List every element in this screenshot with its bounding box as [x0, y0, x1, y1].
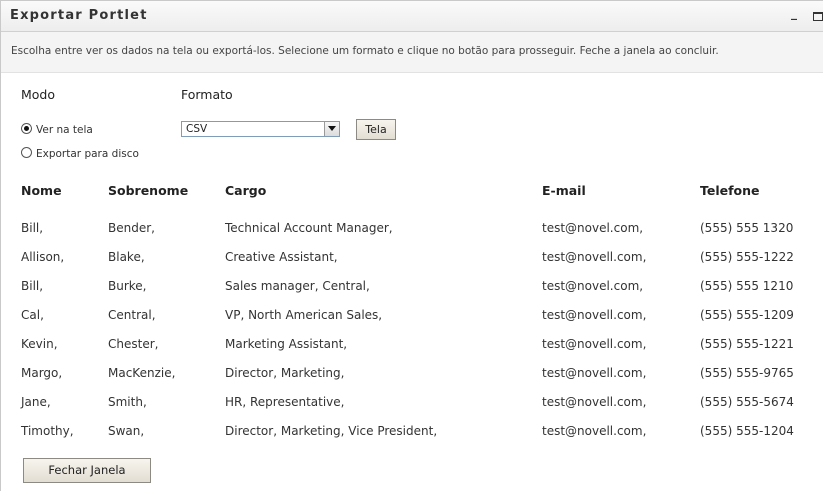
- cell-email: test@novell.com,: [542, 423, 647, 438]
- cell-position: Creative Assistant,: [225, 249, 338, 264]
- cell-position: HR, Representative,: [225, 394, 345, 409]
- cell-surname: Smith,: [108, 394, 147, 409]
- table-row: Bill, Bender, Technical Account Manager,…: [1, 213, 820, 242]
- cell-surname: Chester,: [108, 336, 159, 351]
- cell-position: Marketing Assistant,: [225, 336, 348, 351]
- maximize-icon[interactable]: [813, 12, 823, 21]
- column-header-position: Cargo: [225, 183, 267, 198]
- table-row: Margo, MacKenzie, Director, Marketing, t…: [1, 358, 820, 387]
- chevron-down-icon[interactable]: [324, 122, 339, 136]
- table-row: Timothy, Swan, Director, Marketing, Vice…: [1, 416, 820, 445]
- cell-surname: Central,: [108, 307, 156, 322]
- cell-surname: Swan,: [108, 423, 145, 438]
- cell-email: test@novel.com,: [542, 220, 644, 235]
- cell-position: Director, Marketing,: [225, 365, 345, 380]
- table-header-row: Nome Sobrenome Cargo E-mail Telefone: [1, 183, 820, 213]
- cell-email: test@novell.com,: [542, 394, 647, 409]
- portlet-titlebar: Exportar Portlet _: [1, 1, 823, 32]
- export-portlet: Exportar Portlet _ Escolha entre ver os …: [0, 0, 823, 491]
- minimize-icon[interactable]: _: [791, 6, 797, 20]
- cell-surname: Blake,: [108, 249, 145, 264]
- cell-name: Bill,: [21, 278, 44, 293]
- cell-phone: (555) 555-9765: [700, 365, 794, 380]
- cell-phone: (555) 555 1210: [700, 278, 794, 293]
- cell-name: Bill,: [21, 220, 44, 235]
- cell-name: Kevin,: [21, 336, 58, 351]
- cell-surname: Burke,: [108, 278, 147, 293]
- cell-phone: (555) 555 1320: [700, 220, 794, 235]
- radio-checked-icon[interactable]: [21, 123, 32, 134]
- cell-phone: (555) 555-1221: [700, 336, 794, 351]
- cell-phone: (555) 555-1204: [700, 423, 794, 438]
- table-row: Bill, Burke, Sales manager, Central, tes…: [1, 271, 820, 300]
- intro-band: Escolha entre ver os dados na tela ou ex…: [1, 32, 823, 73]
- radio-export-to-disk[interactable]: Exportar para disco: [21, 147, 139, 160]
- cell-name: Margo,: [21, 365, 63, 380]
- radio-label: Ver na tela: [36, 124, 93, 136]
- radio-unchecked-icon[interactable]: [21, 147, 32, 158]
- table-row: Jane, Smith, HR, Representative, test@no…: [1, 387, 820, 416]
- cell-surname: Bender,: [108, 220, 155, 235]
- cell-position: Technical Account Manager,: [225, 220, 393, 235]
- column-header-surname: Sobrenome: [108, 183, 189, 198]
- radio-view-on-screen[interactable]: Ver na tela: [21, 123, 93, 136]
- cell-phone: (555) 555-1209: [700, 307, 794, 322]
- intro-text: Escolha entre ver os dados na tela ou ex…: [11, 45, 719, 57]
- cell-position: Sales manager, Central,: [225, 278, 370, 293]
- portlet-title: Exportar Portlet: [10, 8, 148, 23]
- table-row: Allison, Blake, Creative Assistant, test…: [1, 242, 820, 271]
- column-header-phone: Telefone: [700, 183, 760, 198]
- data-table: Nome Sobrenome Cargo E-mail Telefone Bil…: [1, 183, 820, 445]
- radio-label: Exportar para disco: [36, 148, 139, 160]
- column-header-email: E-mail: [542, 183, 586, 198]
- cell-name: Cal,: [21, 307, 44, 322]
- cell-email: test@novell.com,: [542, 307, 647, 322]
- cell-position: VP, North American Sales,: [225, 307, 383, 322]
- cell-email: test@novell.com,: [542, 249, 647, 264]
- cell-position: Director, Marketing, Vice President,: [225, 423, 438, 438]
- cell-name: Jane,: [21, 394, 51, 409]
- table-row: Kevin, Chester, Marketing Assistant, tes…: [1, 329, 820, 358]
- cell-phone: (555) 555-5674: [700, 394, 794, 409]
- table-row: Cal, Central, VP, North American Sales, …: [1, 300, 820, 329]
- format-select-value: CSV: [186, 123, 208, 135]
- mode-label: Modo: [21, 87, 56, 102]
- cell-surname: MacKenzie,: [108, 365, 176, 380]
- cell-email: test@novell.com,: [542, 365, 647, 380]
- format-select[interactable]: CSV: [181, 121, 340, 137]
- close-window-button[interactable]: Fechar Janela: [23, 458, 151, 483]
- cell-email: test@novel.com,: [542, 278, 644, 293]
- column-header-name: Nome: [21, 183, 62, 198]
- cell-name: Timothy,: [21, 423, 74, 438]
- cell-phone: (555) 555-1222: [700, 249, 794, 264]
- format-label: Formato: [181, 87, 233, 102]
- view-on-screen-button[interactable]: Tela: [356, 119, 396, 140]
- cell-email: test@novell.com,: [542, 336, 647, 351]
- cell-name: Allison,: [21, 249, 65, 264]
